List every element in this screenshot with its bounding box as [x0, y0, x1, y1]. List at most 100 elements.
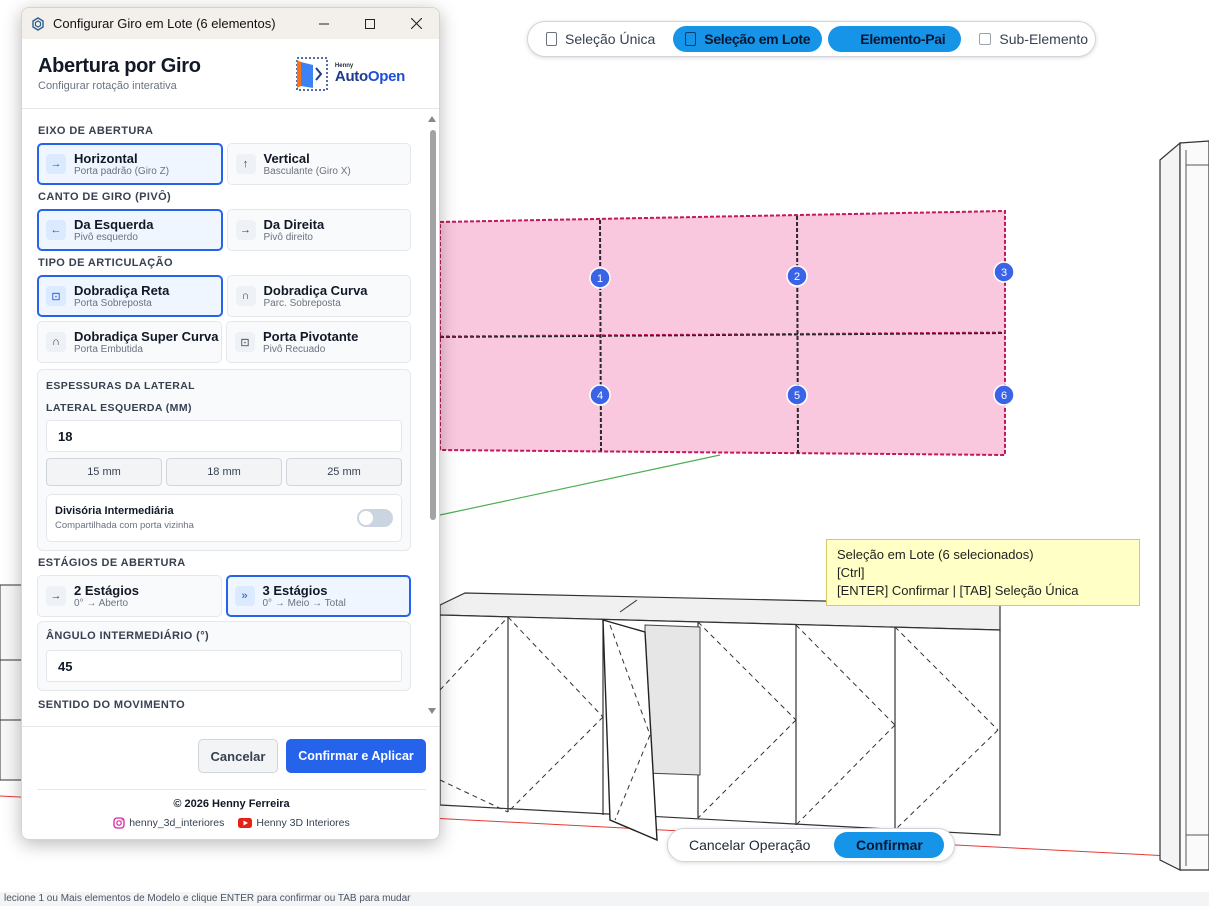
youtube-link[interactable]: Henny 3D Interiores — [238, 817, 350, 829]
hinge-curve-icon: ∩ — [235, 286, 256, 306]
mode-label: Seleção em Lote — [704, 31, 811, 47]
tooltip-line: Seleção em Lote (6 selecionados) — [837, 547, 1034, 562]
option-title: Horizontal — [74, 150, 138, 166]
door-badge-number: 2 — [794, 271, 800, 283]
preset-18mm-button[interactable]: 18 mm — [166, 458, 282, 486]
option-title: Dobradiça Reta — [74, 282, 170, 298]
dialog-title: Abertura por Giro — [38, 55, 201, 77]
autoopen-logo: Henny AutoOpen — [295, 56, 405, 92]
window-title: Configurar Giro em Lote (6 elementos) — [53, 16, 276, 31]
operation-toolbar: Cancelar Operação Confirmar — [667, 828, 955, 862]
preset-25mm-button[interactable]: 25 mm — [286, 458, 402, 486]
dialog-scrollbar[interactable] — [427, 114, 437, 714]
intermediate-divider-toggle[interactable] — [357, 509, 393, 527]
cancel-operation-button[interactable]: Cancelar Operação — [673, 832, 826, 858]
instagram-icon — [113, 817, 125, 829]
mode-batch-selection[interactable]: Seleção em Lote — [673, 26, 823, 52]
axis-vertical-option[interactable]: ↑ Vertical Basculante (Giro X) — [226, 143, 411, 185]
lower-cabinet — [439, 592, 1001, 842]
confirm-operation-button[interactable]: Confirmar — [834, 832, 945, 858]
left-side-thickness-input[interactable]: 18 — [46, 420, 402, 452]
door-icon — [685, 32, 697, 46]
minimize-icon — [319, 23, 329, 24]
config-dialog: Configurar Giro em Lote (6 elementos) Ab… — [21, 7, 440, 840]
arrow-right-icon: → — [46, 154, 66, 174]
scrollbar-thumb[interactable] — [430, 130, 436, 520]
hinge-straight-option[interactable]: ⊡ Dobradiça Reta Porta Sobreposta — [37, 275, 223, 317]
dialog-subtitle: Configurar rotação interativa — [38, 80, 177, 92]
dialog-footer: Cancelar Confirmar e Aplicar © 2026 Henn… — [22, 726, 439, 839]
hinge-super-curved-option[interactable]: ∩ Dobradiça Super Curva Porta Embutida — [37, 321, 222, 363]
option-desc: Porta padrão (Giro Z) — [74, 165, 170, 177]
status-bar: lecione 1 ou Mais elementos de Modelo e … — [0, 892, 1209, 906]
option-title: Da Direita — [263, 216, 325, 232]
status-bar-text: lecione 1 ou Mais elementos de Modelo e … — [4, 893, 411, 904]
tooltip-line: [Ctrl] — [837, 565, 865, 580]
section-label: TIPO DE ARTICULAÇÃO — [38, 257, 173, 269]
hinge-square-icon: ⊡ — [235, 332, 255, 352]
section-label: CANTO DE GIRO (PIVÔ) — [38, 191, 172, 203]
option-title: Dobradiça Curva — [263, 282, 368, 298]
side-thickness-panel: ESPESSURAS DA LATERAL LATERAL ESQUERDA (… — [37, 369, 411, 551]
field-label: LATERAL ESQUERDA (MM) — [46, 402, 192, 414]
hinge-square-icon: ⊡ — [46, 286, 66, 306]
mode-label: Seleção Única — [565, 31, 656, 47]
section-label: ESPESSURAS DA LATERAL — [46, 380, 195, 392]
instagram-link[interactable]: henny_3d_interiores — [113, 817, 224, 829]
tooltip-line: [ENTER] Confirmar | [TAB] Seleção Única — [837, 583, 1079, 598]
logo-auto-text: Auto — [334, 68, 368, 85]
close-button[interactable] — [393, 8, 439, 39]
logo-door-icon — [296, 56, 328, 91]
settings-scroll-area[interactable]: EIXO DE ABERTURA → Horizontal Porta padrã… — [22, 109, 439, 725]
pivot-right-option[interactable]: → Da Direita Pivô direito — [226, 209, 411, 251]
intermediate-angle-panel: ÂNGULO INTERMEDIÁRIO (°) 45 — [37, 621, 411, 691]
scroll-down-icon[interactable] — [428, 708, 436, 714]
option-desc: Pivô esquerdo — [74, 231, 138, 243]
door-badge-number: 1 — [597, 273, 603, 285]
hinge-curved-option[interactable]: ∩ Dobradiça Curva Parc. Sobreposta — [226, 275, 411, 317]
preset-15mm-button[interactable]: 15 mm — [46, 458, 162, 486]
mode-parent-element[interactable]: Elemento-Pai — [828, 26, 962, 52]
left-cabinet-edge — [0, 584, 23, 781]
door-icon — [546, 32, 557, 46]
option-title: 2 Estágios — [74, 582, 140, 598]
door-badge-number: 4 — [597, 390, 603, 402]
option-desc: Porta Embutida — [74, 343, 143, 355]
mode-label: Sub-Elemento — [999, 31, 1089, 47]
option-title: Dobradiça Super Curva — [74, 328, 219, 344]
arrow-up-icon: ↑ — [235, 154, 256, 174]
arrow-right-icon: → — [46, 586, 66, 606]
door-badge-number: 5 — [794, 390, 800, 402]
cancel-button[interactable]: Cancelar — [198, 739, 278, 773]
mode-sub-element[interactable]: Sub-Elemento — [967, 26, 1100, 52]
youtube-icon — [238, 818, 253, 828]
axis-horizontal-option[interactable]: → Horizontal Porta padrão (Giro Z) — [37, 143, 223, 185]
maximize-button[interactable] — [347, 8, 393, 39]
selection-mode-toolbar: Seleção Única Seleção em Lote Elemento-P… — [527, 21, 1096, 57]
scroll-up-icon[interactable] — [428, 116, 436, 122]
mode-single-selection[interactable]: Seleção Única — [534, 26, 667, 52]
door-badge-number: 3 — [1001, 267, 1007, 279]
option-title: 3 Estágios — [262, 582, 328, 598]
field-label: ÂNGULO INTERMEDIÁRIO (°) — [46, 630, 210, 642]
double-arrow-icon: » — [234, 586, 255, 606]
option-desc: Basculante (Giro X) — [263, 165, 351, 177]
intermediate-angle-input[interactable]: 45 — [46, 650, 402, 682]
copyright-text: © 2026 Henny Ferreira — [173, 798, 290, 810]
intermediate-divider-row: Divisória Intermediária Compartilhada co… — [46, 494, 402, 542]
instagram-handle: henny_3d_interiores — [129, 817, 225, 829]
section-label: SENTIDO DO MOVIMENTO — [38, 699, 186, 711]
door-badge-number: 6 — [1001, 390, 1007, 402]
option-title: Vertical — [263, 150, 310, 166]
minimize-button[interactable] — [301, 8, 347, 39]
confirm-apply-button[interactable]: Confirmar e Aplicar — [286, 739, 426, 773]
stages-3-option[interactable]: » 3 Estágios 0° → Meio → Total — [225, 575, 411, 617]
option-desc: Parc. Sobreposta — [263, 297, 341, 309]
stages-2-option[interactable]: → 2 Estágios 0° → Aberto — [37, 575, 222, 617]
selection-tooltip: Seleção em Lote (6 selecionados) [Ctrl] … — [826, 539, 1140, 606]
arrow-left-icon: ← — [46, 220, 66, 240]
window-titlebar[interactable]: Configurar Giro em Lote (6 elementos) — [22, 8, 439, 39]
pivot-door-option[interactable]: ⊡ Porta Pivotante Pivô Recuado — [226, 321, 411, 363]
pivot-left-option[interactable]: ← Da Esquerda Pivô esquerdo — [37, 209, 223, 251]
sketchup-icon — [32, 16, 44, 31]
